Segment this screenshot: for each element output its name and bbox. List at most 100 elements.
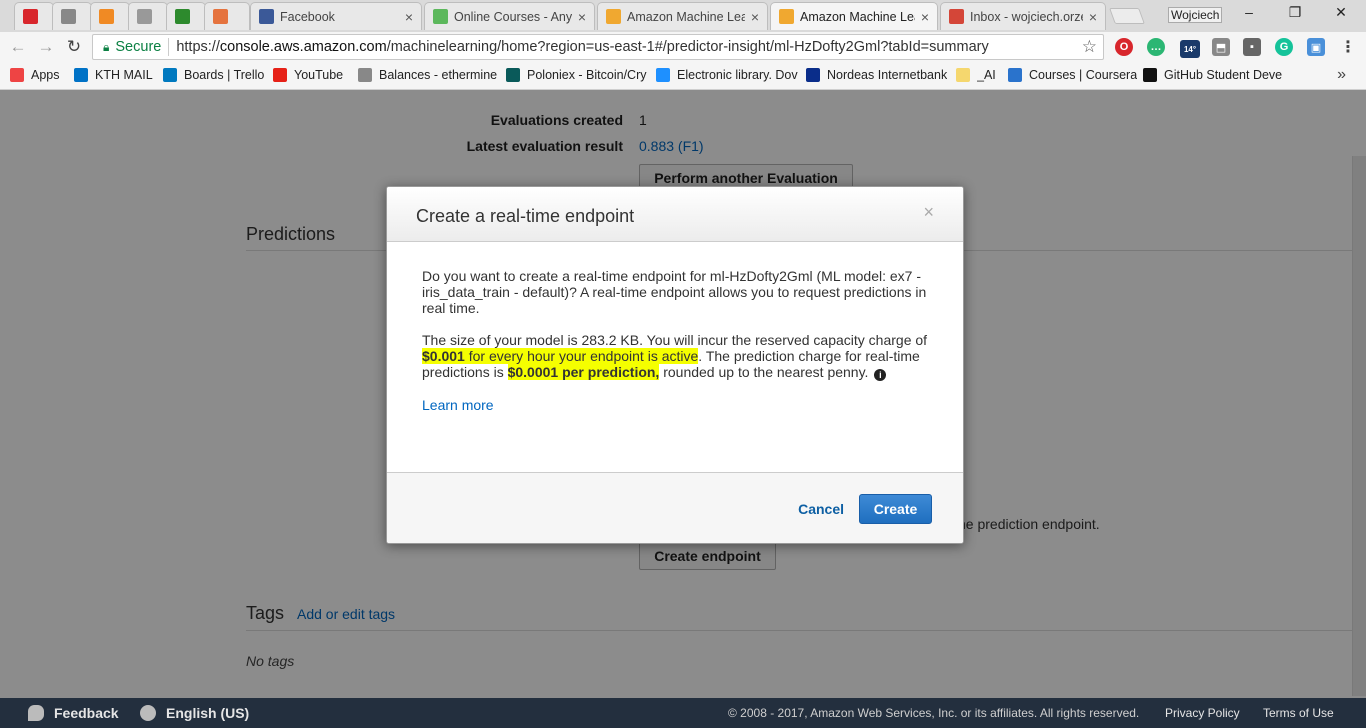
github-icon	[1143, 68, 1157, 82]
tab-close-icon[interactable]: ×	[1089, 9, 1097, 25]
nordea-icon	[806, 68, 820, 82]
bookmark-item[interactable]: Nordeas Internetbank	[806, 68, 947, 82]
bookmark-item[interactable]: Courses | Coursera	[1008, 68, 1137, 82]
feedback-button[interactable]: Feedback	[28, 705, 119, 721]
browser-tab[interactable]: Inbox - wojciech.orze ×	[940, 2, 1106, 30]
tab-label: Facebook	[280, 9, 335, 24]
learn-more-link[interactable]: Learn more	[422, 397, 494, 413]
tab-label: Amazon Machine Lea	[800, 9, 915, 24]
weather-extension-icon[interactable]: 14°	[1180, 40, 1200, 58]
hourly-charge-highlight: $0.001 for every hour your endpoint is a…	[422, 348, 699, 364]
tab-strip: Facebook × Online Courses - Any × Amazon Mac…	[0, 0, 1366, 32]
dialog-pricing-text: The size of your model is 283.2 KB. You …	[422, 332, 932, 381]
bookmark-label: Apps	[31, 68, 60, 82]
app-icon	[175, 9, 190, 24]
bookmark-item[interactable]: KTH MAIL	[74, 68, 153, 82]
more-bookmarks-icon[interactable]: »	[1337, 66, 1346, 84]
weather-badge: 14°	[1183, 44, 1197, 54]
bookmark-item[interactable]: YouTube	[273, 68, 343, 82]
minimize-icon[interactable]: –	[1234, 4, 1264, 20]
bookmark-item[interactable]: _AI	[956, 68, 996, 82]
new-tab-button[interactable]	[1109, 8, 1145, 24]
bookmark-item[interactable]: Poloniex - Bitcoin/Cry	[506, 68, 647, 82]
poloniex-icon	[506, 68, 520, 82]
bookmark-label: Balances - ethermine	[379, 68, 498, 82]
apps-grid-icon	[10, 68, 24, 82]
gmail-icon	[949, 9, 964, 24]
udemy-icon	[433, 9, 448, 24]
aws-box-icon	[606, 9, 621, 24]
dialog-intro-text: Do you want to create a real-time endpoi…	[422, 268, 927, 316]
pricing-text-a: The size of your model is 283.2 KB. You …	[422, 332, 928, 348]
browser-tab[interactable]	[166, 2, 206, 30]
create-button[interactable]: Create	[859, 494, 932, 524]
prediction-price: $0.0001 per prediction,	[507, 364, 660, 380]
bookmark-label: Electronic library. Dov	[677, 68, 798, 82]
bookmark-star-icon[interactable]: ☆	[1082, 37, 1097, 57]
bookmark-label: GitHub Student Deve	[1164, 68, 1283, 82]
bookmark-item[interactable]: Apps	[10, 68, 60, 82]
grammarly-extension-icon[interactable]: G	[1275, 38, 1293, 56]
hourly-charge-text: for every hour your endpoint is active	[464, 348, 699, 364]
terms-of-use-link[interactable]: Terms of Use	[1263, 706, 1334, 720]
chat-extension-icon[interactable]: …	[1147, 38, 1165, 56]
bookmarks-bar: Apps KTH MAIL Boards | Trello YouTube Balanc…	[0, 62, 1366, 90]
browser-menu-icon[interactable]: ⋮	[1339, 38, 1357, 56]
browser-tab[interactable]: Online Courses - Any ×	[424, 2, 595, 30]
pricing-text-d: rounded up to the nearest penny.	[659, 364, 869, 380]
cursor-icon	[61, 9, 76, 24]
restore-icon[interactable]: ❐	[1280, 4, 1310, 21]
browser-tab[interactable]: Facebook ×	[250, 2, 422, 30]
cursor-icon	[358, 68, 372, 82]
globe-icon	[140, 705, 156, 721]
bookmark-item[interactable]: GitHub Student Deve	[1143, 68, 1282, 82]
lock-icon: 🔒︎	[103, 39, 110, 54]
close-window-icon[interactable]: ✕	[1326, 4, 1356, 21]
opera-extension-icon[interactable]: O	[1115, 38, 1133, 56]
dialog-title: Create a real-time endpoint	[416, 206, 635, 226]
document-icon	[137, 9, 152, 24]
bookmark-item[interactable]: Electronic library. Dov	[656, 68, 798, 82]
back-arrow-icon[interactable]: ←	[8, 37, 28, 57]
forward-arrow-icon[interactable]: →	[36, 37, 56, 57]
bookmark-label: Courses | Coursera	[1029, 68, 1138, 82]
browser-tab[interactable]	[52, 2, 92, 30]
browser-tab[interactable]: Amazon Machine Lea ×	[597, 2, 768, 30]
note-extension-icon[interactable]: ▪	[1243, 38, 1261, 56]
console-footer: Feedback English (US) © 2008 - 2017, Ama…	[0, 698, 1366, 728]
capture-extension-icon[interactable]: ▣	[1307, 38, 1325, 56]
prediction-charge-highlight: $0.0001 per prediction,	[507, 364, 660, 380]
outlook-icon	[74, 68, 88, 82]
speech-bubble-icon	[28, 705, 44, 721]
tab-close-icon[interactable]: ×	[405, 9, 413, 25]
reload-icon[interactable]: ↻	[64, 37, 84, 57]
bookmark-item[interactable]: Boards | Trello	[163, 68, 264, 82]
address-bar[interactable]: 🔒︎ Secure https://console.aws.amazon.com…	[92, 34, 1104, 60]
tab-label: Amazon Machine Lea	[627, 9, 745, 24]
close-icon[interactable]: ×	[923, 202, 934, 223]
info-icon[interactable]: i	[874, 369, 887, 381]
hourly-price: $0.001	[422, 348, 465, 364]
coursera-icon	[1008, 68, 1022, 82]
tab-close-icon[interactable]: ×	[751, 9, 759, 25]
language-selector[interactable]: English (US)	[140, 705, 249, 721]
browser-tab[interactable]: Amazon Machine Lea ×	[770, 2, 938, 30]
facebook-icon	[259, 9, 274, 24]
dialog-header: Create a real-time endpoint ×	[387, 187, 963, 242]
browser-tab[interactable]	[90, 2, 130, 30]
bookmark-label: Nordeas Internetbank	[827, 68, 948, 82]
drive-extension-icon[interactable]: ⬒	[1212, 38, 1230, 56]
profile-button[interactable]: Wojciech	[1168, 7, 1223, 23]
bookmark-label: _AI	[977, 68, 996, 82]
tab-close-icon[interactable]: ×	[921, 9, 929, 25]
bookmark-item[interactable]: Balances - ethermine	[358, 68, 497, 82]
browser-tab[interactable]	[128, 2, 168, 30]
browser-tab[interactable]	[14, 2, 54, 30]
language-label: English (US)	[166, 705, 250, 721]
url-scheme: https://	[176, 39, 220, 55]
tab-close-icon[interactable]: ×	[578, 9, 586, 25]
cancel-button[interactable]: Cancel	[798, 501, 844, 517]
url-text: https://console.aws.amazon.com/machinele…	[176, 39, 988, 55]
browser-tab[interactable]	[204, 2, 250, 30]
privacy-policy-link[interactable]: Privacy Policy	[1165, 706, 1240, 720]
